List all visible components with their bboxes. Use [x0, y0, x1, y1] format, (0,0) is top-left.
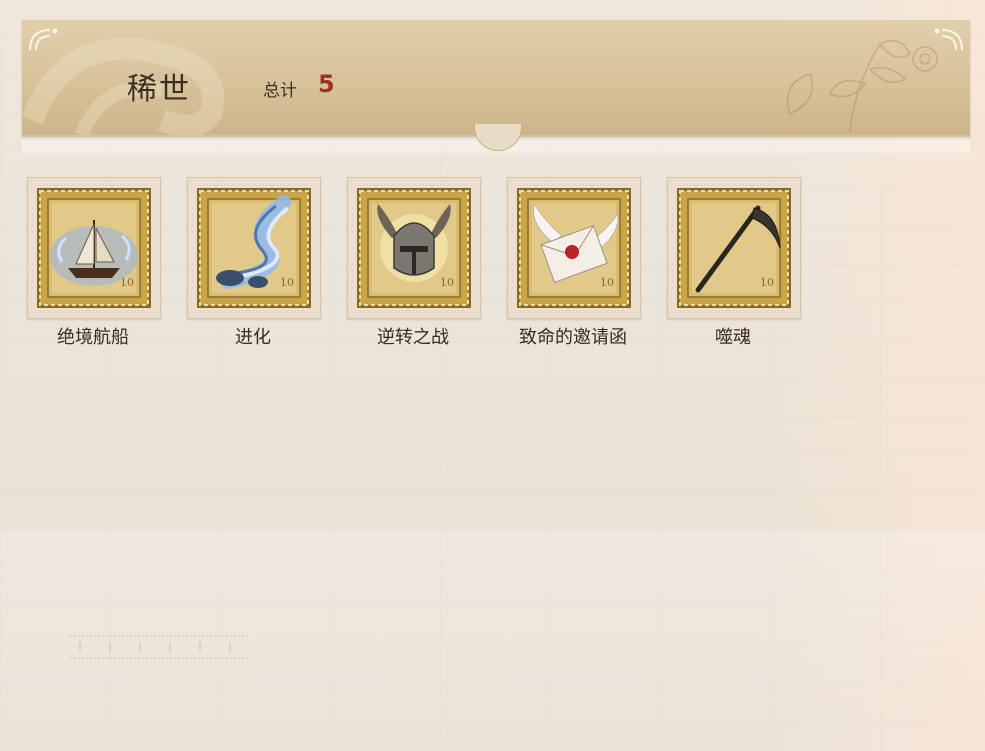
corner-ornament-right: [934, 28, 963, 51]
stamp-frame: 10: [347, 177, 481, 319]
stamp-label: 进化: [235, 327, 271, 348]
stamp-frame: 10: [27, 177, 161, 319]
corner-ornament-left: [29, 28, 58, 51]
ruler-decoration: [70, 635, 250, 659]
stamp-frame: 10: [507, 177, 641, 319]
stamp-frame: 10: [667, 177, 801, 319]
stamp-card-deadly-invitation[interactable]: 10 致命的邀请函: [507, 177, 641, 349]
scythe-icon: [695, 205, 781, 293]
winged-helmet-icon: [377, 204, 451, 282]
stamp-frame: 10: [187, 177, 321, 319]
total-count: 5: [318, 70, 335, 98]
sailing-ship-icon: [50, 220, 138, 286]
dna-helix-icon: [216, 195, 291, 289]
stamp-label: 致命的邀请函: [519, 327, 627, 348]
stamp-card-reversal-battle[interactable]: 10 逆转之战: [347, 177, 481, 349]
stamp-card-evolution[interactable]: 10 进化: [187, 177, 321, 349]
stamp-card-soul-devour[interactable]: 10 噬魂: [667, 177, 801, 349]
stamp-label: 绝境航船: [57, 327, 129, 348]
stamp-card-ship[interactable]: 10 绝境航船: [27, 177, 161, 349]
stamp-label: 逆转之战: [377, 327, 449, 348]
total-label: 总计: [263, 81, 297, 101]
winged-letter-icon: [532, 202, 619, 284]
category-title: 稀世: [127, 72, 191, 107]
stamp-label: 噬魂: [715, 327, 751, 348]
